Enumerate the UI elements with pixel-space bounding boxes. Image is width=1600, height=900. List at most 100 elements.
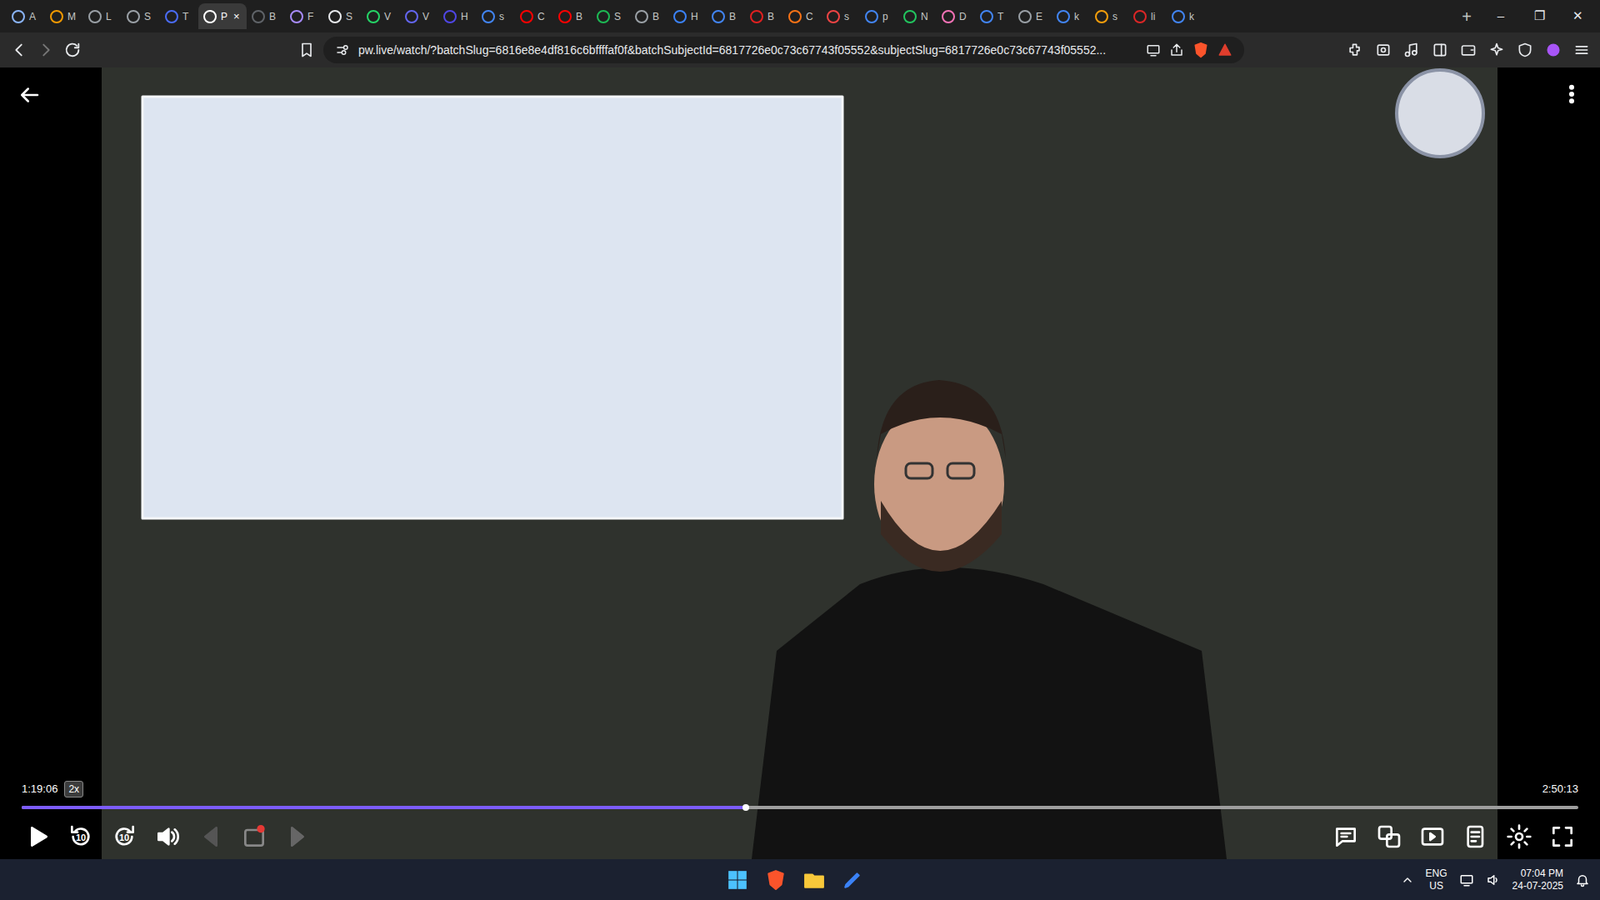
left-gutter [0,67,102,860]
tab-label: s [1112,9,1118,25]
translate-button[interactable] [1373,820,1405,853]
browser-tab[interactable]: s [1090,3,1129,30]
speaker-icon[interactable] [1485,872,1501,888]
browser-tab[interactable]: k [1051,3,1090,30]
browser-tab[interactable]: li [1128,3,1167,30]
windows-start-icon[interactable] [726,869,749,891]
restore-button[interactable]: ❐ [1520,6,1559,26]
favicon-icon [635,10,649,24]
tray-chevron-icon[interactable] [1400,873,1415,887]
screenshot-icon[interactable] [1375,41,1392,59]
browser-tab[interactable]: V [400,3,439,30]
back-arrow-icon[interactable] [10,40,29,60]
leo-icon[interactable] [1488,41,1505,59]
volume-button[interactable] [151,820,184,853]
doubts-button[interactable] [1330,820,1362,853]
profile-icon[interactable] [1545,41,1562,59]
vpn-icon[interactable] [1516,41,1534,59]
file-explorer-icon[interactable] [803,869,825,891]
menu-icon[interactable] [1573,41,1590,59]
browser-tab[interactable]: D [936,3,975,30]
forward-arrow-icon[interactable] [36,40,55,60]
fullscreen-button[interactable] [1546,820,1579,853]
notification-bell-icon[interactable] [1575,872,1590,888]
notes-button[interactable] [1460,820,1492,853]
play-button[interactable] [21,820,54,853]
bookmark-icon[interactable] [298,41,315,59]
tab-label: V [422,9,430,25]
favicon-icon [481,10,495,24]
rewind-button[interactable]: 10 [65,820,97,853]
extensions-icon[interactable] [1346,41,1364,59]
back-arrow-icon[interactable] [16,82,42,108]
progress-handle[interactable] [742,804,750,811]
new-tab-button[interactable]: + [1451,4,1482,30]
speed-badge[interactable]: 2x [64,780,84,798]
browser-tab[interactable]: M [45,3,84,30]
site-settings-icon[interactable] [335,42,350,58]
progress-track[interactable] [21,805,1579,810]
favicon-icon [88,10,102,24]
browser-tab[interactable]: T [160,3,199,30]
window-controls: –❐✕ [1481,6,1597,26]
browser-tab[interactable]: B [745,3,784,30]
browser-tab[interactable]: S [591,3,630,30]
music-icon[interactable] [1403,41,1420,59]
browser-tab[interactable]: A [6,3,45,30]
reload-icon[interactable] [63,40,82,60]
tab-label: L [105,9,112,25]
browser-tab[interactable]: B [706,3,745,30]
favicon-icon [980,10,994,24]
browser-tab[interactable]: B [630,3,669,30]
browser-tab[interactable]: B [553,3,592,30]
tab-label: T [997,9,1004,25]
more-options-icon[interactable] [1560,82,1584,106]
browser-tab[interactable]: B [246,3,285,30]
browser-tab[interactable]: S [121,3,160,30]
browser-tab[interactable]: V [361,3,400,30]
browser-tab[interactable]: k [1166,3,1205,30]
next-button[interactable] [281,820,314,853]
cast-icon[interactable] [1145,42,1161,58]
favicon-icon [443,10,457,24]
browser-tab[interactable]: S [323,3,362,30]
browser-tab[interactable]: C [515,3,554,30]
url-field[interactable]: pw.live/watch/?batchSlug=6816e8e4df816c6… [323,36,1245,64]
browser-tab[interactable]: F [285,3,324,30]
pen-app-icon[interactable] [841,869,864,891]
player-right-controls [1330,820,1579,853]
close-tab-button[interactable]: × [233,8,240,25]
wallet-icon[interactable] [1460,41,1477,59]
browser-tab[interactable]: P× [198,3,247,30]
sidebar-icon[interactable] [1431,41,1449,59]
pip-button[interactable] [1416,820,1449,853]
browser-tab[interactable]: H [438,3,477,30]
favicon-icon [750,10,764,24]
minimize-button[interactable]: – [1481,6,1520,26]
previous-button[interactable] [195,820,227,853]
url-text[interactable]: pw.live/watch/?batchSlug=6816e8e4df816c6… [358,41,1138,60]
settings-button[interactable] [1503,820,1535,853]
language-indicator[interactable]: ENGUS [1425,867,1448,893]
forward-button[interactable]: 10 [108,820,140,853]
browser-tab[interactable]: C [783,3,822,30]
close-window-button[interactable]: ✕ [1558,6,1597,26]
clock-date: 24-07-2025 [1512,880,1564,893]
browser-tab[interactable]: T [975,3,1014,30]
browser-tab[interactable]: s [821,3,860,30]
browser-tab[interactable]: H [668,3,707,30]
brave-browser-icon[interactable] [765,869,787,891]
favicon-icon [366,10,380,24]
browser-tab[interactable]: L [83,3,122,30]
share-icon[interactable] [1169,42,1185,58]
favicon-icon [903,10,917,24]
schedule-button[interactable] [238,820,270,853]
browser-tab[interactable]: p [860,3,899,30]
clock[interactable]: 07:04 PM24-07-2025 [1512,867,1564,893]
rewards-icon[interactable] [1217,42,1233,58]
browser-tab[interactable]: N [898,3,937,30]
brave-shield-icon[interactable] [1192,41,1210,59]
browser-tab[interactable]: s [476,3,515,30]
network-icon[interactable] [1459,872,1475,888]
browser-tab[interactable]: E [1013,3,1052,30]
